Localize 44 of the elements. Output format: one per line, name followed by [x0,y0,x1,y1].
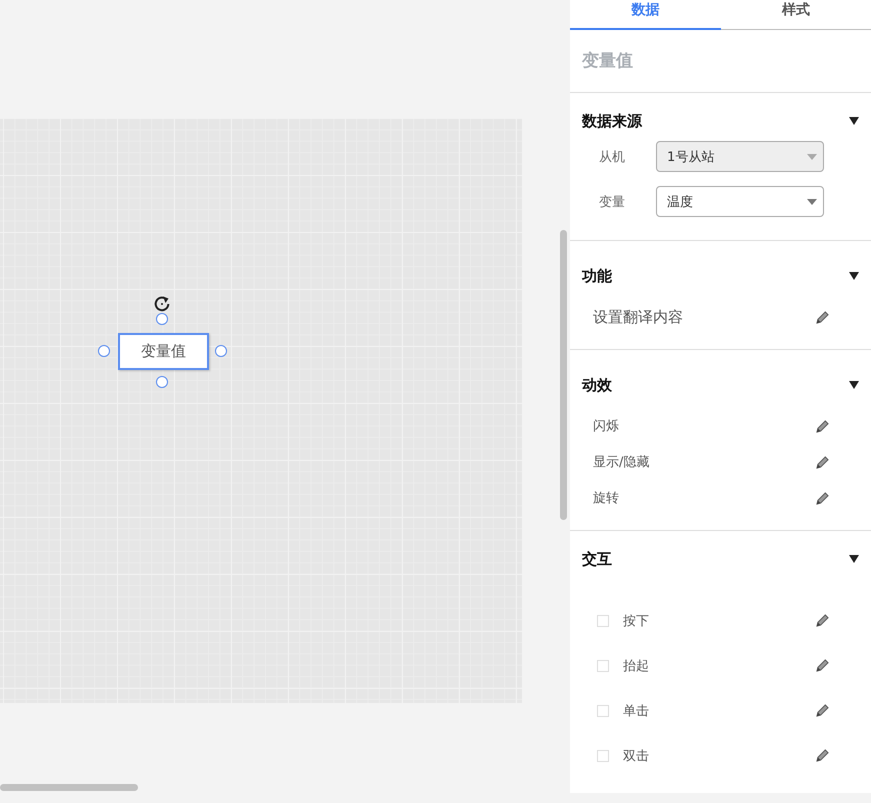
field-label: 从机 [598,148,626,166]
checkbox-label: 抬起 [623,658,650,674]
component-title: 变量值 [570,30,871,93]
resize-handle[interactable] [215,345,227,357]
checkbox[interactable] [597,660,609,672]
scrollbar[interactable] [0,784,138,791]
tab[interactable]: 数据 [570,0,720,30]
pencil-icon[interactable] [816,749,829,762]
collapse-caret-icon[interactable] [849,117,859,125]
action-label: 闪烁 [593,418,619,435]
text-widget[interactable]: 变量值 [118,333,209,370]
pencil-icon[interactable] [816,614,829,627]
pencil-icon[interactable] [816,492,829,504]
checkbox[interactable] [597,614,609,626]
pencil-icon[interactable] [816,310,829,324]
pencil-icon[interactable] [816,704,829,717]
collapse-caret-icon[interactable] [849,381,859,389]
section-title: 动效 [582,376,612,394]
dropdown-field[interactable]: 温度 [656,186,824,217]
rotate-icon[interactable] [152,294,172,314]
checkbox[interactable] [597,704,609,716]
action-label: 旋转 [593,490,619,507]
resize-handle[interactable] [156,376,168,388]
checkbox-label: 双击 [623,748,650,764]
caret-icon [807,154,817,160]
checkbox-label: 按下 [623,612,650,630]
tab[interactable]: 样式 [720,0,871,30]
pencil-icon[interactable] [816,456,829,468]
section-title: 交互 [582,550,612,568]
collapse-caret-icon[interactable] [849,555,859,563]
collapse-caret-icon[interactable] [849,272,859,280]
checkbox-label: 单击 [623,702,650,720]
field-label: 变量 [598,194,626,210]
resize-handle[interactable] [98,345,110,357]
action-label: 显示/隐藏 [593,454,650,471]
section-title: 功能 [582,266,612,286]
pencil-icon[interactable] [816,659,829,672]
action-label: 设置翻译内容 [593,308,683,326]
scrollbar[interactable] [560,230,567,520]
caret-icon [807,198,817,204]
pencil-icon[interactable] [816,420,829,432]
checkbox[interactable] [597,750,609,762]
resize-handle[interactable] [156,313,168,325]
section-title: 数据来源 [582,112,642,130]
